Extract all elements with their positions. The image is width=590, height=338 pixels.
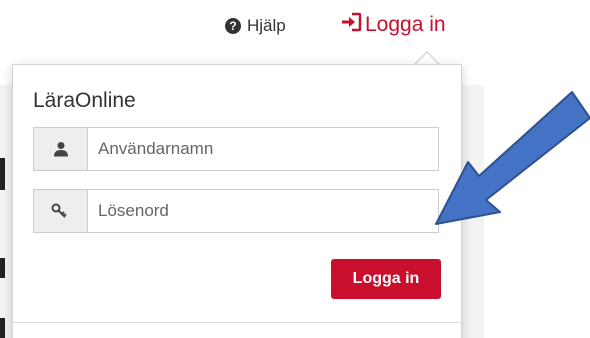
help-label: Hjälp — [247, 16, 286, 35]
background-mark — [0, 258, 5, 278]
login-link[interactable]: Logga in — [340, 12, 446, 38]
key-icon — [34, 190, 88, 232]
login-label: Logga in — [365, 13, 446, 36]
help-link[interactable]: ? Hjälp — [225, 16, 286, 36]
user-icon — [34, 128, 88, 170]
password-input[interactable] — [88, 190, 438, 232]
username-input[interactable] — [88, 128, 438, 170]
username-input-group — [33, 127, 439, 171]
popover-title: LäraOnline — [33, 89, 136, 112]
popover-divider — [13, 322, 461, 323]
sign-in-icon — [340, 12, 362, 38]
question-circle-icon: ? — [225, 18, 241, 34]
login-popover: LäraOnline Logga in — [12, 64, 462, 338]
page: ? Hjälp Logga in LäraOnline Användarnamn… — [0, 0, 590, 338]
background-mark — [0, 158, 5, 190]
password-input-group — [33, 189, 439, 233]
background-mark — [0, 318, 5, 338]
login-submit-button[interactable]: Logga in — [331, 259, 441, 299]
